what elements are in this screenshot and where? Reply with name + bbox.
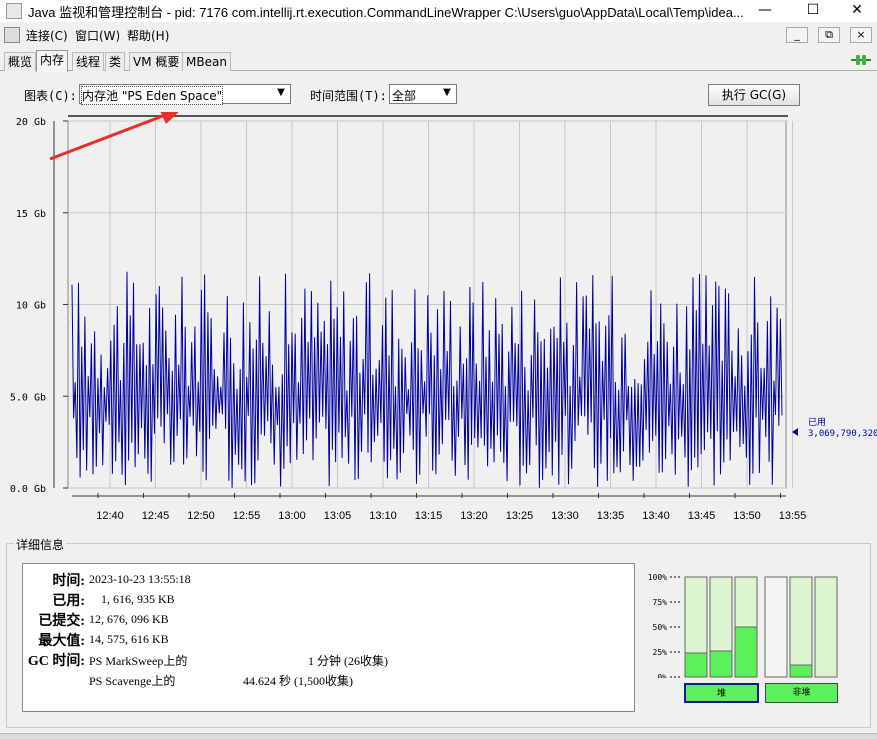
mdi-minimize-button[interactable]: _	[786, 27, 808, 43]
x-tick-label: 13:25	[506, 510, 534, 522]
nonheap-pool-bar-track	[814, 576, 838, 678]
tab-classes[interactable]: 类	[105, 52, 126, 71]
details-info-box: 时间: 2023-10-23 13:55:18 已用: 1, 616, 935 …	[22, 563, 635, 712]
time-key: 时间:	[52, 574, 85, 589]
nonheap-pool-bar-track	[789, 576, 813, 678]
x-tick-label: 13:35	[597, 510, 625, 522]
x-tick-label: 12:50	[187, 510, 215, 522]
heap-pool-bar-fill	[684, 652, 708, 678]
heap-pool-bar-fill	[709, 650, 733, 678]
used-value: 1, 616, 935 KB	[101, 592, 175, 606]
x-tick-label: 13:20	[460, 510, 488, 522]
menu-connection[interactable]: 连接(C)	[26, 27, 68, 44]
time-value: 2023-10-23 13:55:18	[89, 572, 191, 586]
minimize-button[interactable]: —	[742, 0, 788, 22]
tab-mbean[interactable]: MBean	[182, 52, 231, 71]
pool-scale-label: 75%	[653, 598, 668, 607]
x-tick-label: 13:50	[733, 510, 761, 522]
time-range-label: 时间范围(T):	[310, 89, 387, 103]
chart-label: 图表(C):	[24, 89, 77, 103]
window-title: Java 监视和管理控制台 - pid: 7176 com.intellij.r…	[28, 5, 744, 20]
pool-scale-label: 25%	[653, 648, 668, 657]
perform-gc-button[interactable]: 执行 GC(G)	[708, 84, 800, 106]
gc-scavenge-time: 44.624 秒 (1,500收集)	[243, 674, 353, 688]
pool-scale-label: 100%	[648, 573, 667, 582]
x-tick-label: 13:15	[415, 510, 443, 522]
chart-select[interactable]: 内存池 "PS Eden Space" ▼	[79, 84, 291, 105]
heap-pool-bar-fill	[734, 626, 758, 678]
pool-scale-label: 0%	[657, 673, 667, 678]
gc-time-key: GC 时间:	[27, 654, 85, 669]
tab-strip: 概览 内存 线程 类 VM 概要 MBean	[0, 50, 877, 72]
mdi-close-button[interactable]: ×	[850, 27, 872, 43]
memory-chart: 20 Gb 15 Gb 10 Gb 5.0 Gb 0.0 Gb 12:40 12:45 12:…	[0, 106, 877, 530]
y-tick-label: 15 Gb	[16, 209, 46, 220]
memory-chart-svg: 20 Gb 15 Gb 10 Gb 5.0 Gb 0.0 Gb 12:40 12:45 12:…	[10, 106, 877, 522]
menu-help[interactable]: 帮助(H)	[127, 27, 169, 44]
time-range-value: 全部	[392, 89, 417, 103]
time-range-select[interactable]: 全部 ▼	[389, 84, 457, 104]
max-value: 14, 575, 616 KB	[89, 632, 169, 646]
menu-window[interactable]: 窗口(W)	[75, 27, 120, 44]
x-tick-label: 12:55	[233, 510, 261, 522]
x-tick-label: 13:40	[642, 510, 670, 522]
x-tick-label: 13:10	[369, 510, 397, 522]
y-tick-label: 10 Gb	[16, 301, 46, 312]
maximize-button[interactable]: ☐	[790, 0, 836, 22]
x-tick-label: 13:55	[779, 510, 807, 522]
max-key: 最大值:	[38, 634, 85, 649]
x-tick-label: 13:00	[278, 510, 306, 522]
pool-scale-label: 50%	[653, 623, 668, 632]
legend-title: 已用	[808, 417, 826, 428]
used-key: 已用:	[52, 594, 85, 609]
chart-select-value: 内存池 "PS Eden Space"	[80, 86, 224, 105]
menu-bar: 连接(C) 窗口(W) 帮助(H)	[0, 23, 877, 46]
y-tick-label: 0.0 Gb	[10, 484, 46, 495]
x-tick-label: 13:05	[324, 510, 352, 522]
pool-bars-svg: 100% 75% 50% 25% 0%	[648, 573, 838, 682]
connection-status-icon	[851, 55, 871, 65]
nonheap-pools-button[interactable]: 非堆	[765, 683, 838, 703]
chevron-down-icon: ▼	[277, 87, 285, 98]
y-tick-label: 20 Gb	[16, 117, 46, 128]
y-tick-label: 5.0 Gb	[10, 392, 46, 403]
x-tick-label: 12:40	[96, 510, 124, 522]
mdi-restore-button[interactable]: ⧉	[818, 27, 840, 43]
x-tick-label: 12:45	[142, 510, 170, 522]
close-button[interactable]: ✕	[834, 0, 877, 22]
committed-key: 已提交:	[38, 614, 85, 629]
x-tick-label: 13:45	[688, 510, 716, 522]
tab-overview[interactable]: 概览	[4, 52, 37, 71]
tab-memory[interactable]: 内存	[36, 50, 69, 72]
memory-pool-bars: 100% 75% 50% 25% 0% 堆 非堆	[644, 570, 859, 710]
gc-marksweep-name: PS MarkSweep上的	[89, 654, 188, 668]
gc-marksweep-time: 1 分钟 (26收集)	[308, 654, 388, 668]
chevron-down-icon: ▼	[443, 87, 451, 98]
legend-value: 3,069,790,320	[808, 429, 877, 439]
document-icon	[4, 27, 20, 43]
gc-scavenge-name: PS Scavenge上的	[89, 674, 176, 688]
bottom-edge	[0, 733, 877, 739]
java-app-icon	[6, 3, 22, 19]
nonheap-pool-bar-fill	[789, 664, 813, 678]
nonheap-pool-bar-track	[764, 576, 788, 678]
x-tick-label: 13:30	[551, 510, 579, 522]
tab-threads[interactable]: 线程	[72, 52, 105, 71]
title-bar: Java 监视和管理控制台 - pid: 7176 com.intellij.r…	[0, 0, 877, 22]
details-title: 详细信息	[14, 536, 67, 553]
heap-pools-button[interactable]: 堆	[684, 683, 759, 703]
tab-vm-summary[interactable]: VM 概要	[129, 52, 184, 71]
committed-value: 12, 676, 096 KB	[89, 612, 169, 626]
